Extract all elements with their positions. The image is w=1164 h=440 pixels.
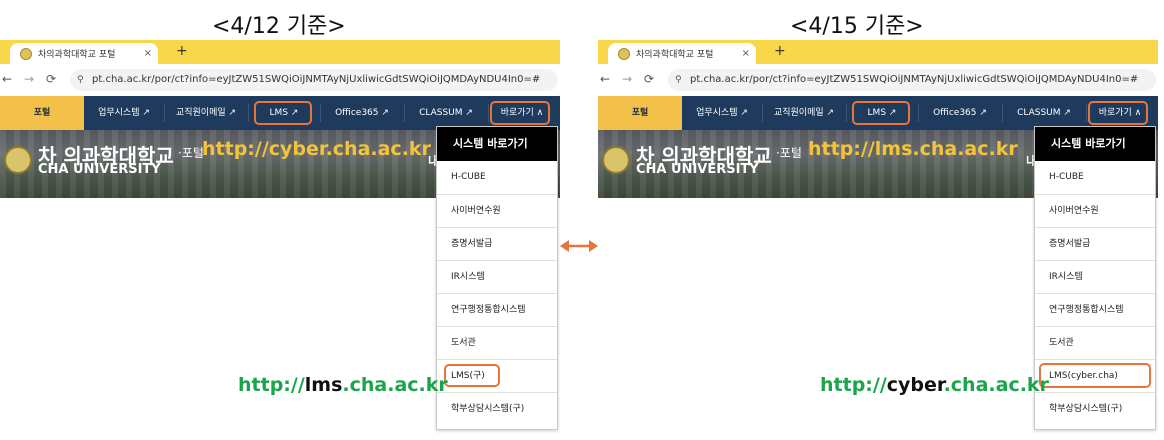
forward-icon[interactable]: → xyxy=(622,72,632,86)
dropdown-header: 시스템 바로가기 xyxy=(437,127,557,161)
nav-office365[interactable]: Office365 ↗ xyxy=(320,96,404,130)
shortcuts-highlight xyxy=(1088,101,1148,125)
tab-strip: 차의과학대학교 포털 × + xyxy=(598,40,1158,64)
shortcut-dropdown: 시스템 바로가기 H-CUBE 사이버연수원 증명서발급 IR시스템 연구행정통… xyxy=(1034,126,1156,430)
nav-office365[interactable]: Office365 ↗ xyxy=(918,96,1002,130)
url-field[interactable]: ⚲ pt.cha.ac.kr/por/ct?info=eyJtZW51SWQiO… xyxy=(668,69,1156,91)
nav-portal[interactable]: 포털 xyxy=(0,96,84,130)
dropdown-item-certificate[interactable]: 증명서발급 xyxy=(1035,227,1155,260)
browser-tab[interactable]: 차의과학대학교 포털 × xyxy=(10,43,158,64)
site-info-icon[interactable]: ⚲ xyxy=(77,69,84,91)
tab-title: 차의과학대학교 포털 xyxy=(38,50,116,60)
nav-classum[interactable]: CLASSUM ↗ xyxy=(404,96,488,130)
nav-work-system[interactable]: 업무시스템 ↗ xyxy=(682,96,762,130)
dropdown-header: 시스템 바로가기 xyxy=(1035,127,1155,161)
university-name-en: CHA UNIVERSITY xyxy=(38,162,161,177)
nav-classum[interactable]: CLASSUM ↗ xyxy=(1002,96,1086,130)
tab-strip: 차의과학대학교 포털 × + xyxy=(0,40,560,64)
address-bar-row: ← → ⟳ ⚲ pt.cha.ac.kr/por/ct?info=eyJtZW5… xyxy=(0,64,560,96)
dropdown-item-library[interactable]: 도서관 xyxy=(1035,326,1155,359)
browser-tab[interactable]: 차의과학대학교 포털 × xyxy=(608,43,756,64)
green-url-annotation: http://cyber.cha.ac.kr xyxy=(820,374,1049,396)
url-text: pt.cha.ac.kr/por/ct?info=eyJtZW51SWQiOiJ… xyxy=(92,74,541,85)
nav-staff-email[interactable]: 교직원이메일 ↗ xyxy=(164,96,248,130)
reload-icon[interactable]: ⟳ xyxy=(644,72,654,86)
dropdown-item-certificate[interactable]: 증명서발급 xyxy=(437,227,557,260)
close-tab-icon[interactable]: × xyxy=(742,48,750,59)
portal-label: ·포털 xyxy=(776,146,802,160)
shortcut-dropdown: 시스템 바로가기 H-CUBE 사이버연수원 증명서발급 IR시스템 연구행정통… xyxy=(436,126,558,430)
lms-highlight xyxy=(254,101,312,125)
reload-icon[interactable]: ⟳ xyxy=(46,72,56,86)
caption-left: <4/12 기준> xyxy=(212,14,346,39)
nav-staff-email[interactable]: 교직원이메일 ↗ xyxy=(762,96,846,130)
tab-title: 차의과학대학교 포털 xyxy=(636,50,714,60)
portal-nav: 포털 업무시스템 ↗ 교직원이메일 ↗ LMS ↗ Office365 ↗ CL… xyxy=(598,96,1158,130)
banner-url-annotation: http://lms.cha.ac.kr xyxy=(808,138,1018,160)
university-seal-icon xyxy=(602,146,630,174)
screenshot-right: 차의과학대학교 포털 × + ← → ⟳ ⚲ pt.cha.ac.kr/por/… xyxy=(598,40,1158,440)
favicon-icon xyxy=(618,47,630,60)
url-text: pt.cha.ac.kr/por/ct?info=eyJtZW51SWQiOiJ… xyxy=(690,74,1139,85)
url-field[interactable]: ⚲ pt.cha.ac.kr/por/ct?info=eyJtZW51SWQiO… xyxy=(70,69,558,91)
close-tab-icon[interactable]: × xyxy=(144,48,152,59)
university-name-en: CHA UNIVERSITY xyxy=(636,162,759,177)
back-icon[interactable]: ← xyxy=(2,72,12,86)
double-arrow-icon xyxy=(560,240,598,252)
banner-url-annotation: http://cyber.cha.ac.kr xyxy=(202,138,431,160)
dropdown-item-library[interactable]: 도서관 xyxy=(437,326,557,359)
dropdown-item-ir-system[interactable]: IR시스템 xyxy=(437,260,557,293)
portal-label: ·포털 xyxy=(178,146,204,160)
dropdown-item-hcube[interactable]: H-CUBE xyxy=(437,161,557,194)
dropdown-item-research-admin[interactable]: 연구행정통합시스템 xyxy=(1035,293,1155,326)
new-tab-button[interactable]: + xyxy=(774,43,786,59)
caption-right: <4/15 기준> xyxy=(790,14,924,39)
back-icon[interactable]: ← xyxy=(600,72,610,86)
forward-icon[interactable]: → xyxy=(24,72,34,86)
green-url-annotation: http://lms.cha.ac.kr xyxy=(238,374,448,396)
nav-work-system[interactable]: 업무시스템 ↗ xyxy=(84,96,164,130)
dropdown-item-cyber-training[interactable]: 사이버연수원 xyxy=(437,194,557,227)
new-tab-button[interactable]: + xyxy=(176,43,188,59)
site-info-icon[interactable]: ⚲ xyxy=(675,69,682,91)
screenshot-left: 차의과학대학교 포털 × + ← → ⟳ ⚲ pt.cha.ac.kr/por/… xyxy=(0,40,560,440)
lms-highlight xyxy=(852,101,910,125)
lms-cyber-highlight xyxy=(1039,363,1151,388)
favicon-icon xyxy=(20,47,32,60)
university-seal-icon xyxy=(4,146,32,174)
dropdown-item-ir-system[interactable]: IR시스템 xyxy=(1035,260,1155,293)
nav-portal[interactable]: 포털 xyxy=(598,96,682,130)
dropdown-item-research-admin[interactable]: 연구행정통합시스템 xyxy=(437,293,557,326)
dropdown-item-cyber-training[interactable]: 사이버연수원 xyxy=(1035,194,1155,227)
lms-old-highlight xyxy=(444,364,500,387)
dropdown-item-hcube[interactable]: H-CUBE xyxy=(1035,161,1155,194)
dropdown-item-counseling[interactable]: 학부상담시스템(구) xyxy=(1035,392,1155,425)
shortcuts-highlight xyxy=(490,101,550,125)
portal-nav: 포털 업무시스템 ↗ 교직원이메일 ↗ LMS ↗ Office365 ↗ CL… xyxy=(0,96,560,130)
dropdown-item-counseling[interactable]: 학부상담시스템(구) xyxy=(437,392,557,425)
address-bar-row: ← → ⟳ ⚲ pt.cha.ac.kr/por/ct?info=eyJtZW5… xyxy=(598,64,1158,96)
